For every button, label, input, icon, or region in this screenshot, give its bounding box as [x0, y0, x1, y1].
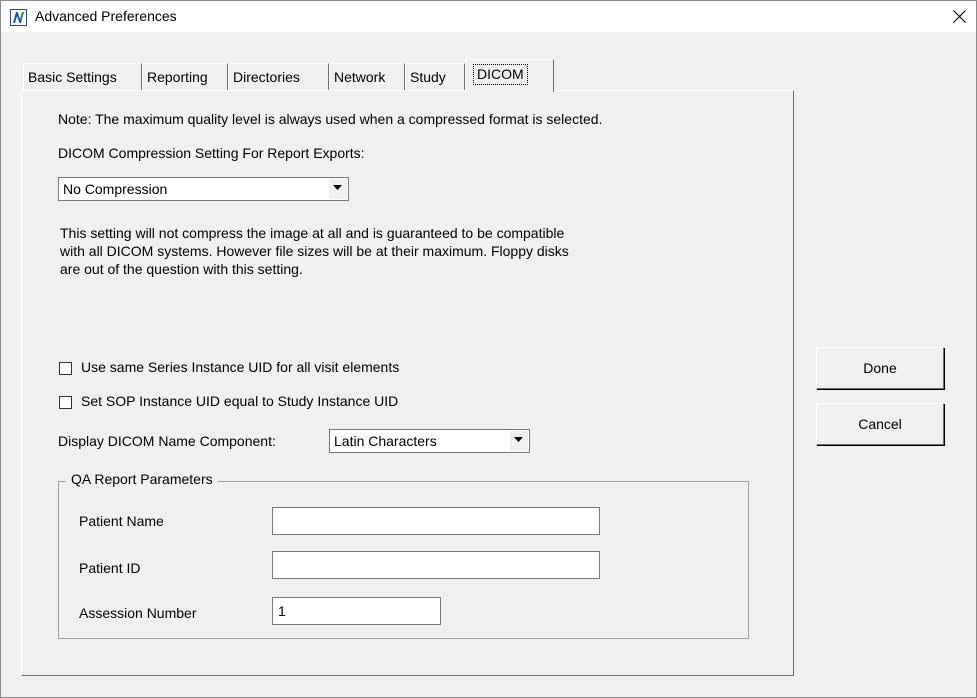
tab-label: Study	[410, 69, 446, 85]
name-component-value: Latin Characters	[334, 433, 437, 449]
close-icon	[953, 10, 966, 23]
sop-uid-label[interactable]: Set SOP Instance UID equal to Study Inst…	[81, 393, 398, 409]
window-title: Advanced Preferences	[35, 8, 177, 24]
patient-id-label: Patient ID	[79, 560, 141, 576]
compression-select-value: No Compression	[63, 181, 168, 197]
tab-basic-settings[interactable]: Basic Settings	[23, 63, 142, 90]
title-bar: Advanced Preferences	[1, 1, 976, 32]
compression-label: DICOM Compression Setting For Report Exp…	[58, 145, 365, 161]
compression-select[interactable]: No Compression	[58, 177, 349, 201]
patient-name-input[interactable]	[272, 507, 600, 535]
patient-name-label: Patient Name	[79, 513, 164, 529]
chevron-down-icon[interactable]	[328, 179, 347, 199]
patient-id-input[interactable]	[272, 551, 600, 579]
assession-number-value: 1	[278, 603, 286, 619]
chevron-down-icon[interactable]	[509, 431, 528, 451]
name-component-label: Display DICOM Name Component:	[58, 433, 276, 449]
done-button[interactable]: Done	[816, 347, 944, 389]
same-series-uid-label[interactable]: Use same Series Instance UID for all vis…	[81, 359, 399, 375]
description-line: with all DICOM systems. However file siz…	[60, 243, 569, 259]
tab-directories[interactable]: Directories	[228, 63, 329, 90]
tab-label: Directories	[233, 69, 300, 85]
tab-reporting[interactable]: Reporting	[142, 63, 228, 90]
assession-number-label: Assession Number	[79, 605, 197, 621]
same-series-uid-checkbox[interactable]	[59, 362, 72, 375]
tab-network[interactable]: Network	[329, 63, 405, 90]
nova-n-icon	[10, 9, 27, 26]
assession-number-input[interactable]: 1	[272, 597, 441, 625]
name-component-select[interactable]: Latin Characters	[329, 429, 530, 453]
tab-study[interactable]: Study	[405, 63, 465, 90]
tab-label: DICOM	[473, 64, 528, 85]
advanced-preferences-window: Advanced Preferences Basic Settings Repo…	[0, 0, 977, 698]
compression-description: This setting will not compress the image…	[60, 224, 569, 278]
description-line: This setting will not compress the image…	[60, 225, 565, 241]
tab-label: Basic Settings	[28, 69, 117, 85]
tab-label: Reporting	[147, 69, 208, 85]
tab-label: Network	[334, 69, 386, 85]
description-line: are out of the question with this settin…	[60, 261, 303, 277]
close-button[interactable]	[940, 1, 976, 32]
sop-uid-checkbox[interactable]	[59, 396, 72, 409]
cancel-button[interactable]: Cancel	[816, 403, 944, 445]
tab-dicom[interactable]: DICOM	[465, 59, 554, 92]
qa-report-title: QA Report Parameters	[66, 471, 218, 487]
quality-note: Note: The maximum quality level is alway…	[58, 111, 603, 127]
